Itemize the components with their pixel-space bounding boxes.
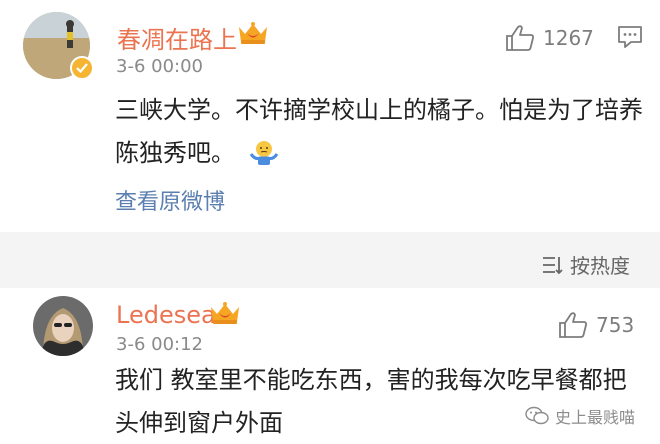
wechat-icon bbox=[525, 406, 549, 425]
watermark-text: 史上最贱喵 bbox=[555, 408, 636, 427]
shrug-emoji-icon bbox=[249, 141, 278, 165]
like-count: 753 bbox=[596, 313, 635, 337]
comment-text: 三峡大学。不许摘学校山上的橘子。怕是为了培养陈独秀吧。 bbox=[115, 89, 660, 175]
username[interactable]: Ledesea bbox=[116, 301, 216, 329]
sort-icon bbox=[543, 256, 563, 274]
comment-time: 3-6 00:00 bbox=[116, 56, 203, 77]
thumb-up-icon bbox=[506, 25, 534, 51]
crown-badge-icon bbox=[239, 22, 267, 44]
sort-label: 按热度 bbox=[570, 254, 630, 278]
sort-button[interactable]: 按热度 bbox=[540, 250, 630, 279]
comment-item-1: 春凋在路上 3-6 00:00 1267 三峡大学。不许摘学校山上的橘子。怕是为… bbox=[0, 0, 660, 232]
thumb-up-icon bbox=[559, 312, 587, 338]
like-button[interactable]: 1267 bbox=[505, 24, 594, 52]
view-original-link[interactable]: 查看原微博 bbox=[115, 184, 225, 216]
avatar[interactable] bbox=[33, 296, 93, 356]
verified-badge-icon bbox=[70, 56, 94, 80]
comment-time: 3-6 00:12 bbox=[116, 334, 203, 355]
comment-text-body: 三峡大学。不许摘学校山上的橘子。怕是为了培养陈独秀吧。 bbox=[115, 96, 643, 167]
like-button[interactable]: 753 bbox=[558, 311, 634, 339]
watermark: 史上最贱喵 bbox=[525, 404, 635, 428]
comment-icon[interactable] bbox=[617, 25, 643, 49]
like-count: 1267 bbox=[543, 26, 594, 50]
username[interactable]: 春凋在路上 bbox=[117, 20, 237, 55]
crown-badge-icon bbox=[211, 302, 239, 324]
comment-text: 我们 教室里不能吃东西，害的我每次吃早餐都把头伸到窗户外面 bbox=[115, 366, 627, 437]
